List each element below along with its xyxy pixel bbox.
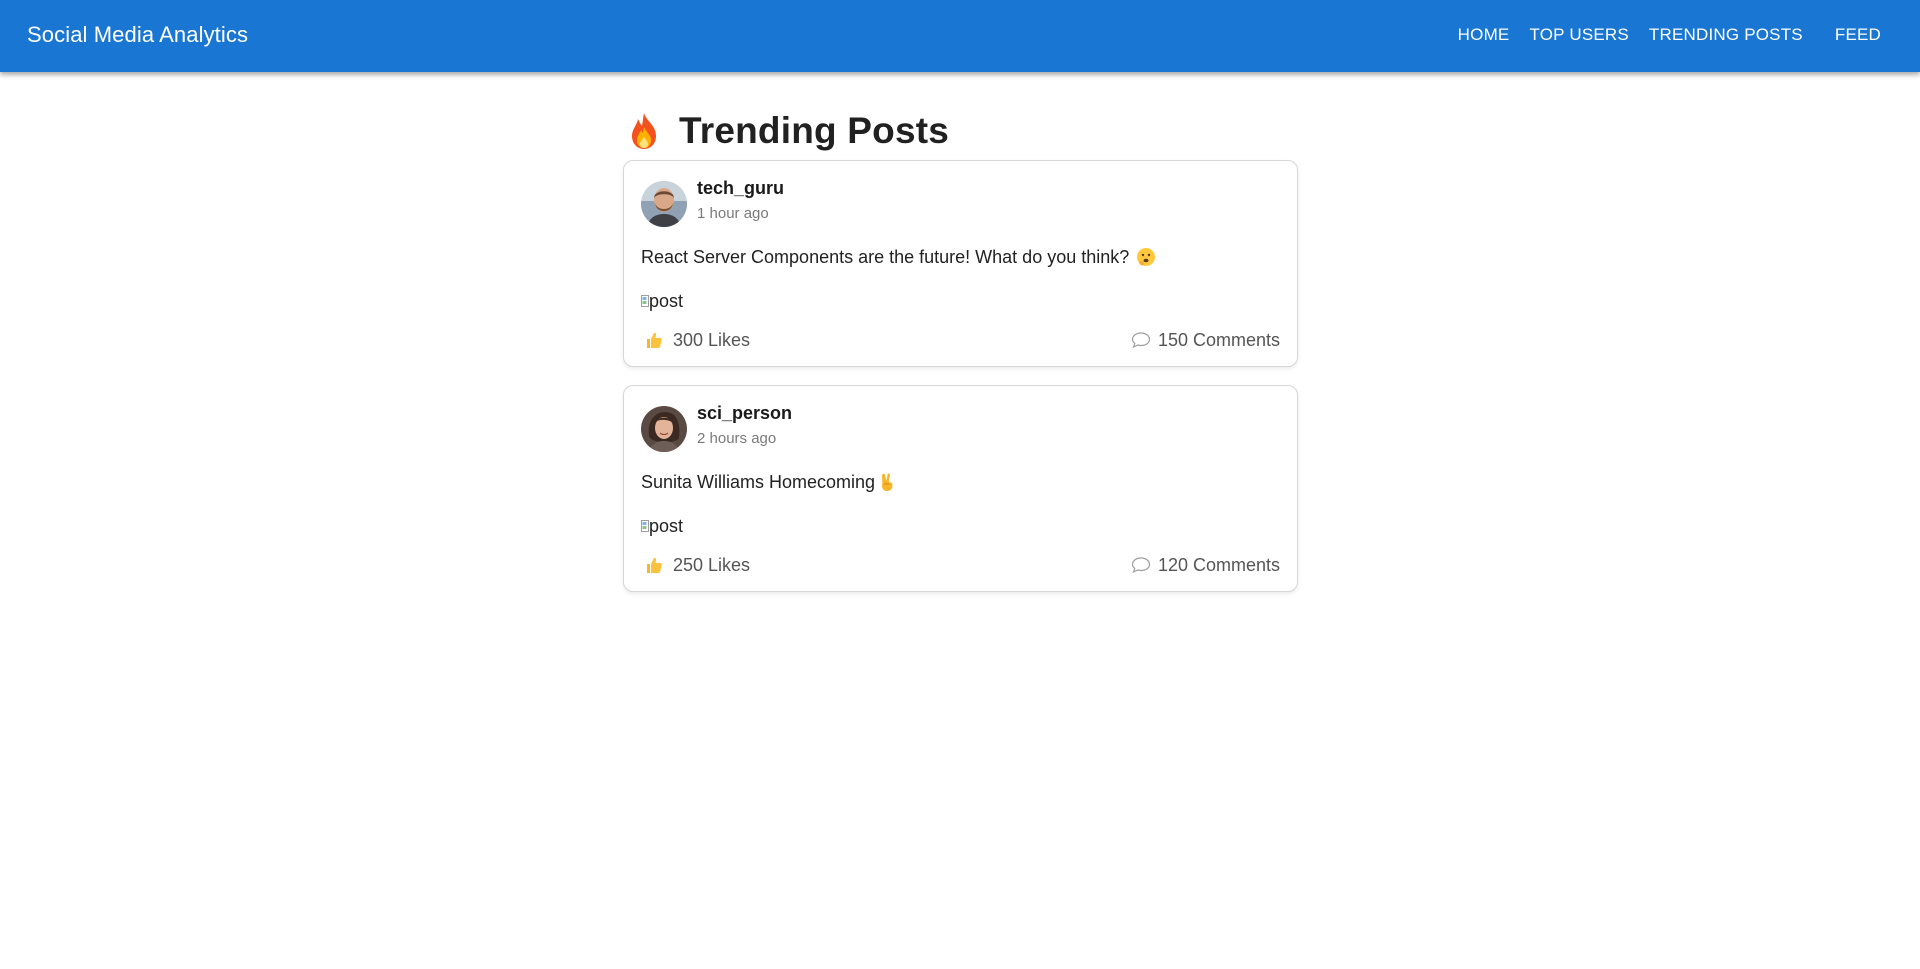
post-image-alt: post [649, 515, 684, 536]
post-image-alt: post [649, 290, 684, 311]
user-meta: sci_person 2 hours ago [697, 403, 792, 449]
post-text: React Server Components are the future! … [641, 245, 1280, 269]
post-text: Sunita Williams Homecoming [641, 470, 1280, 494]
post-text-content: React Server Components are the future! … [641, 247, 1130, 267]
comments-count: 120 Comments [1157, 554, 1280, 575]
post-card: sci_person 2 hours ago Sunita Williams H… [623, 385, 1298, 592]
main-content: Trending Posts tech_guru 1 hour ago Reac… [623, 106, 1298, 610]
nav-feed-button[interactable]: FEED [1825, 19, 1891, 51]
victory-hand-icon [882, 473, 893, 491]
thumbs-up-icon [647, 332, 662, 348]
comment-icon [1131, 557, 1151, 574]
avatar[interactable] [641, 181, 687, 227]
post-text-content: Sunita Williams Homecoming [641, 472, 876, 492]
comments-count: 150 Comments [1157, 329, 1280, 350]
post-header: tech_guru 1 hour ago [641, 178, 1280, 227]
broken-image-icon [641, 520, 649, 532]
post-stats: 250 Likes 120 Comments [641, 553, 1280, 577]
user-meta: tech_guru 1 hour ago [697, 178, 784, 224]
post-image: post [641, 289, 1280, 313]
avatar[interactable] [641, 406, 687, 452]
username[interactable]: tech_guru [697, 177, 784, 199]
nav-home-button[interactable]: HOME [1448, 19, 1520, 51]
post-time: 1 hour ago [697, 204, 769, 222]
post-card: tech_guru 1 hour ago React Server Compon… [623, 160, 1298, 367]
post-header: sci_person 2 hours ago [641, 403, 1280, 452]
nav-trending-posts-button[interactable]: TRENDING POSTS [1639, 19, 1813, 51]
flame-icon [632, 113, 656, 149]
likes-count: 250 Likes [673, 554, 751, 575]
post-image: post [641, 514, 1280, 538]
post-time: 2 hours ago [697, 429, 777, 447]
user-photo-icon [641, 406, 687, 452]
likes-count: 300 Likes [673, 329, 751, 350]
username[interactable]: sci_person [697, 402, 792, 424]
post-stats: 300 Likes 150 Comments [641, 328, 1280, 352]
user-photo-icon [641, 181, 687, 227]
main-nav: HOME TOP USERS TRENDING POSTS FEED [1448, 19, 1893, 51]
page-heading: Trending Posts [623, 106, 1298, 156]
page-title: Trending Posts [679, 110, 950, 151]
comment-icon [1131, 332, 1151, 349]
comments-stat[interactable]: 150 Comments [1131, 330, 1280, 351]
likes-stat[interactable]: 250 Likes [641, 555, 750, 576]
thinking-face-icon [1137, 248, 1156, 266]
broken-image-icon [641, 295, 649, 307]
app-bar: Social Media Analytics HOME TOP USERS TR… [0, 0, 1920, 72]
comments-stat[interactable]: 120 Comments [1131, 555, 1280, 576]
thumbs-up-icon [647, 557, 662, 573]
nav-top-users-button[interactable]: TOP USERS [1519, 19, 1638, 51]
app-title: Social Media Analytics [27, 22, 249, 47]
likes-stat[interactable]: 300 Likes [641, 330, 750, 351]
